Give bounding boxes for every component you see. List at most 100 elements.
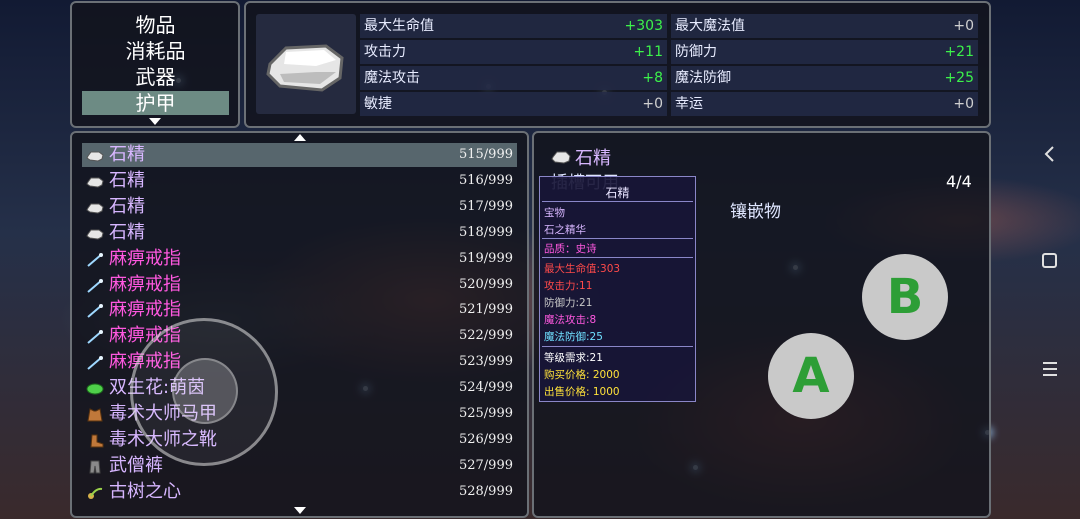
stat-value: +0: [953, 18, 974, 34]
item-count: 518/999: [458, 224, 513, 240]
item-preview: [256, 14, 356, 114]
stat-row: 最大魔法值 +0: [671, 14, 978, 38]
home-icon[interactable]: [1040, 252, 1060, 270]
stat-label: 攻击力: [364, 44, 406, 60]
stat-label: 最大魔法值: [675, 18, 745, 34]
b-button[interactable]: B: [862, 254, 948, 340]
tooltip-subtype: 石之精华: [544, 224, 586, 236]
tooltip-type: 宝物: [544, 207, 565, 219]
tooltip-buy-price: 购买价格: 2000: [544, 369, 620, 381]
leaf-icon: [86, 381, 104, 395]
item-count: 523/999: [458, 354, 513, 370]
stat-value: +11: [633, 44, 663, 60]
item-count: 519/999: [458, 250, 513, 266]
joystick-knob[interactable]: [172, 358, 238, 424]
list-item[interactable]: 武僧裤 527/999: [82, 454, 517, 478]
divider: [542, 346, 693, 347]
stone-icon: [86, 226, 104, 240]
item-count: 517/999: [458, 198, 513, 214]
list-item[interactable]: 麻痹戒指 521/999: [82, 298, 517, 322]
heart-icon: [86, 485, 104, 499]
stat-label: 敏捷: [364, 96, 392, 112]
list-item[interactable]: 古树之心 528/999: [82, 480, 517, 504]
stat-row: 攻击力 +11: [360, 40, 667, 64]
tooltip-quality: 品质：史诗: [544, 243, 597, 255]
stat-value: +8: [642, 70, 663, 86]
stone-icon: [551, 151, 571, 164]
item-name: 石精: [109, 221, 145, 243]
tooltip-stat-hp: 最大生命值:303: [544, 263, 621, 275]
item-count: 524/999: [458, 380, 513, 396]
inlay-label: 镶嵌物: [730, 202, 781, 222]
category-item-selected[interactable]: 护甲: [82, 91, 229, 115]
stone-icon: [266, 44, 344, 92]
stat-row: 魔法攻击 +8: [360, 66, 667, 90]
tooltip-stat-atk: 攻击力:11: [544, 280, 593, 292]
item-tooltip: 石精 宝物 石之精华 品质：史诗 最大生命值:303 攻击力:11 防御力:21…: [539, 176, 696, 402]
item-count: 526/999: [458, 431, 513, 447]
item-name: 石精: [109, 144, 145, 165]
item-name: 石精: [109, 169, 145, 191]
item-name: 麻痹戒指: [109, 299, 181, 321]
item-count: 516/999: [458, 172, 513, 188]
stat-row: 最大生命值 +303: [360, 14, 667, 38]
pants-icon: [86, 459, 104, 474]
item-count: 521/999: [458, 302, 513, 318]
item-count: 522/999: [458, 328, 513, 344]
item-count: 515/999: [458, 147, 513, 162]
stone-icon: [86, 200, 104, 214]
stat-label: 幸运: [675, 96, 703, 112]
item-name: 麻痹戒指: [109, 273, 181, 295]
item-name: 古树之心: [109, 480, 181, 502]
page-indicator: 4/4: [946, 172, 972, 191]
item-name: 武僧裤: [109, 454, 163, 476]
boot-icon: [86, 433, 104, 448]
tooltip-stat-def: 防御力:21: [544, 297, 593, 309]
divider: [542, 257, 693, 258]
category-item[interactable]: 物品: [82, 13, 229, 37]
stat-value: +0: [953, 96, 974, 112]
stat-row: 防御力 +21: [671, 40, 978, 64]
wand-icon: [86, 278, 104, 293]
menu-icon[interactable]: [1040, 360, 1060, 378]
wand-icon: [86, 303, 104, 319]
stat-label: 魔法攻击: [364, 70, 420, 86]
category-item[interactable]: 武器: [82, 65, 229, 89]
a-button[interactable]: A: [768, 333, 854, 419]
vest-icon: [86, 407, 104, 422]
stone-icon: [86, 174, 104, 188]
divider: [542, 201, 693, 202]
list-item[interactable]: 麻痹戒指 519/999: [82, 247, 517, 271]
scroll-down-arrow-icon[interactable]: [294, 507, 306, 514]
scroll-down-arrow-icon[interactable]: [149, 118, 161, 125]
stat-label: 防御力: [675, 44, 717, 60]
detail-item-name: 石精: [575, 148, 611, 169]
stat-row: 敏捷 +0: [360, 92, 667, 116]
tooltip-stat-mdef: 魔法防御:25: [544, 331, 603, 343]
category-item[interactable]: 消耗品: [82, 39, 229, 63]
stat-row: 幸运 +0: [671, 92, 978, 116]
list-item-selected[interactable]: 石精 515/999: [82, 143, 517, 167]
back-icon[interactable]: [1040, 146, 1060, 162]
wand-icon: [86, 329, 104, 345]
item-count: 525/999: [458, 406, 513, 421]
list-item[interactable]: 石精 516/999: [82, 169, 517, 193]
scroll-up-arrow-icon[interactable]: [294, 134, 306, 141]
stat-value: +21: [944, 44, 974, 60]
list-item[interactable]: 石精 517/999: [82, 195, 517, 219]
item-count: 527/999: [458, 457, 513, 473]
item-name: 麻痹戒指: [109, 247, 181, 269]
list-item[interactable]: 石精 518/999: [82, 221, 517, 245]
wand-icon: [86, 355, 104, 370]
tooltip-level: 等级需求:21: [544, 352, 603, 364]
item-name: 石精: [109, 195, 145, 217]
stone-icon: [86, 148, 104, 162]
tooltip-sell-price: 出售价格: 1000: [544, 386, 620, 398]
list-item[interactable]: 麻痹戒指 520/999: [82, 273, 517, 297]
stat-value: +0: [642, 96, 663, 112]
stat-value: +25: [944, 70, 974, 86]
stat-row: 魔法防御 +25: [671, 66, 978, 90]
wand-icon: [86, 252, 104, 267]
stat-label: 魔法防御: [675, 70, 731, 86]
tooltip-title: 石精: [605, 186, 630, 200]
